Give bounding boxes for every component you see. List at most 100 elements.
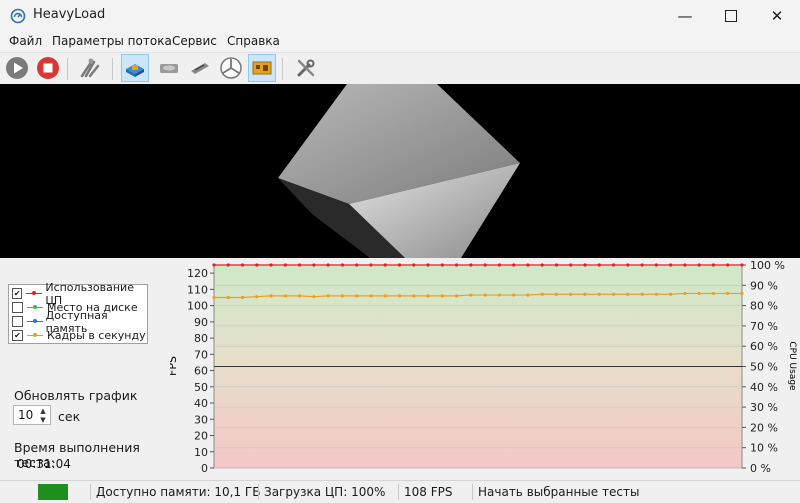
data-point	[554, 292, 559, 296]
menu-thread-settings[interactable]: Параметры потока	[52, 34, 172, 48]
maximize-button[interactable]	[708, 0, 754, 32]
menu-file[interactable]: Файл	[9, 34, 42, 48]
status-message: Начать выбранные тесты	[478, 485, 640, 499]
y2-tick-label: 40 %	[750, 381, 778, 394]
data-point	[283, 263, 287, 267]
data-point	[212, 263, 216, 267]
menu-help[interactable]: Справка	[227, 34, 280, 48]
data-point	[526, 293, 530, 297]
gpu-render-viewport	[0, 84, 800, 258]
data-point	[440, 294, 444, 298]
checkbox[interactable]: ✔	[12, 288, 23, 299]
data-point	[697, 263, 701, 267]
data-point	[654, 292, 658, 296]
data-point	[426, 294, 430, 298]
maximize-icon	[725, 10, 737, 22]
legend-item-fps[interactable]: ✔ Кадры в секунду	[12, 329, 146, 342]
data-point	[326, 263, 330, 267]
data-point	[626, 292, 630, 296]
status-memory: Доступно памяти: 10,1 ГБ	[96, 485, 261, 499]
toolbar	[0, 52, 800, 85]
memory-test-button[interactable]	[186, 54, 214, 82]
hard-disk-icon	[160, 64, 178, 73]
data-point	[255, 263, 259, 267]
y2-tick-label: 50 %	[750, 361, 778, 374]
y2-tick-label: 100 %	[750, 259, 785, 272]
data-point	[726, 291, 730, 296]
checkbox[interactable]: ✔	[12, 330, 23, 341]
data-point	[454, 263, 459, 267]
minimize-button[interactable]: —	[662, 0, 708, 32]
close-button[interactable]: ✕	[754, 0, 800, 32]
refresh-interval-stepper[interactable]: 10 ▲ ▼	[13, 405, 51, 425]
performance-chart-svg: 1201101009080706050403020100100 %90 %80 …	[166, 259, 797, 475]
data-point	[283, 294, 287, 298]
data-point	[469, 293, 473, 297]
settings-icon	[297, 59, 315, 77]
data-point	[711, 291, 716, 296]
chevron-down-icon[interactable]: ▼	[38, 416, 48, 424]
data-point	[711, 263, 716, 267]
data-point	[240, 295, 245, 300]
data-point	[669, 263, 673, 267]
data-point	[212, 295, 216, 300]
data-point	[226, 263, 230, 267]
y2-tick-label: 10 %	[750, 442, 778, 455]
elapsed-time-value: 00:31:04	[17, 457, 71, 471]
data-point	[326, 294, 330, 298]
menu-service[interactable]: Сервис	[172, 34, 217, 48]
legend-swatch	[27, 303, 43, 312]
status-bar: Доступно памяти: 10,1 ГБ Загрузка ЦП: 10…	[0, 480, 800, 503]
start-button[interactable]	[3, 54, 31, 82]
gpu-icon	[252, 61, 272, 75]
data-point	[569, 263, 573, 267]
checkbox[interactable]	[12, 316, 23, 327]
data-point	[469, 263, 473, 267]
data-point	[726, 263, 730, 267]
y2-tick-label: 70 %	[750, 320, 778, 333]
data-point	[383, 294, 387, 298]
y-tick-label: 120	[187, 267, 208, 280]
stop-button[interactable]	[34, 54, 62, 82]
legend-item-memory[interactable]: Доступная память	[12, 309, 147, 335]
checkbox[interactable]	[12, 302, 23, 313]
app-logo-icon	[10, 8, 26, 24]
y-tick-label: 50	[194, 381, 208, 394]
data-point	[298, 294, 302, 298]
data-point	[512, 263, 516, 267]
memory-usage-bar	[38, 484, 68, 500]
data-point	[483, 263, 487, 267]
rotating-cube	[278, 84, 520, 258]
tools-button[interactable]	[76, 54, 104, 82]
refresh-interval-value[interactable]: 10	[18, 408, 33, 422]
data-point	[611, 292, 616, 296]
data-point	[583, 292, 587, 296]
y-tick-label: 10	[194, 446, 208, 459]
y2-axis-label: CPU Usage	[787, 341, 797, 391]
data-point	[483, 293, 487, 297]
memory-icon	[191, 63, 209, 74]
gpu-test-button[interactable]	[248, 54, 276, 82]
refresh-unit-label: сек	[58, 409, 81, 424]
fan-test-button[interactable]	[217, 54, 245, 82]
disk-test-button[interactable]	[155, 54, 183, 82]
data-point	[397, 263, 402, 267]
data-point	[597, 292, 601, 296]
data-point	[640, 263, 644, 267]
data-point	[226, 295, 230, 300]
fan-icon	[220, 57, 242, 79]
data-point	[654, 263, 658, 267]
chart-legend: ✔ Использование ЦП Место на диске Доступ…	[8, 281, 148, 344]
data-point	[269, 294, 273, 298]
data-point	[683, 263, 687, 267]
cpu-test-button[interactable]	[121, 54, 149, 82]
data-point	[454, 294, 459, 298]
legend-swatch	[27, 331, 43, 340]
data-point	[554, 263, 559, 267]
settings-button[interactable]	[292, 54, 320, 82]
legend-item-cpu[interactable]: ✔ Использование ЦП	[12, 281, 147, 307]
chevron-up-icon[interactable]: ▲	[38, 407, 48, 415]
data-point	[312, 263, 316, 267]
data-point	[412, 294, 416, 298]
data-point	[426, 263, 430, 267]
